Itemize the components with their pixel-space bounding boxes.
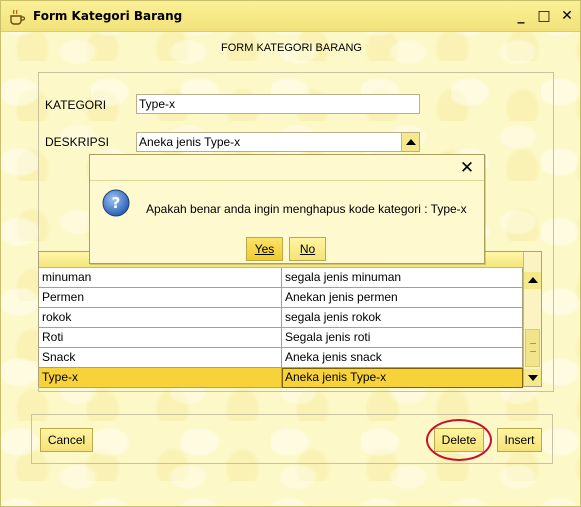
table-row[interactable]: minuman segala jenis minuman	[39, 268, 523, 288]
deskripsi-field[interactable]: Aneka jenis Type-x	[136, 132, 420, 152]
kategori-value: Type-x	[139, 97, 176, 111]
deskripsi-label: DESKRIPSI	[45, 135, 110, 149]
form-heading: FORM KATEGORI BARANG	[221, 42, 362, 54]
maximize-button[interactable]: □	[536, 8, 552, 24]
svg-text:?: ?	[112, 194, 121, 212]
confirm-dialog: ✕ ? Apakah benar anda ingin menghapus ko…	[89, 154, 485, 264]
yes-button-label: Yes	[254, 242, 275, 256]
scroll-down-icon[interactable]	[524, 369, 541, 386]
highlight-annotation	[426, 419, 492, 461]
table-cell-deskripsi[interactable]: Anekan jenis permen	[282, 288, 523, 308]
deskripsi-value: Aneka jenis Type-x	[139, 135, 241, 149]
dialog-message: Apakah benar anda ingin menghapus kode k…	[146, 202, 467, 216]
kategori-field[interactable]: Type-x	[136, 94, 420, 114]
dialog-close-button[interactable]: ✕	[458, 158, 476, 178]
table-row[interactable]: rokok segala jenis rokok	[39, 308, 523, 328]
no-button-label: No	[299, 242, 316, 256]
dialog-divider	[90, 180, 484, 181]
table-cell-kategori[interactable]: Snack	[39, 348, 282, 368]
table-row[interactable]: Roti Segala jenis roti	[39, 328, 523, 348]
table-cell-kategori[interactable]: Type-x	[39, 368, 282, 388]
no-button[interactable]: No	[289, 237, 326, 261]
table-scrollbar[interactable]	[523, 252, 541, 386]
table-row[interactable]: Snack Aneka jenis snack	[39, 348, 523, 368]
scroll-thumb[interactable]	[525, 329, 540, 367]
table-cell-deskripsi[interactable]: segala jenis minuman	[282, 268, 523, 288]
window-title: Form Kategori Barang	[33, 9, 183, 23]
table-cell-kategori[interactable]: rokok	[39, 308, 282, 328]
title-bar[interactable]: Form Kategori Barang _ □ ✕	[1, 1, 580, 32]
yes-button[interactable]: Yes	[246, 237, 283, 261]
coffee-cup-icon	[10, 9, 26, 25]
table-cell-kategori[interactable]: minuman	[39, 268, 282, 288]
cancel-button[interactable]: Cancel	[40, 428, 93, 452]
scroll-up-icon[interactable]	[401, 133, 419, 151]
minimize-button[interactable]: _	[513, 8, 529, 24]
table-cell-deskripsi[interactable]: segala jenis rokok	[282, 308, 523, 328]
insert-button[interactable]: Insert	[497, 428, 542, 452]
main-window: Form Kategori Barang _ □ ✕ FORM KATEGORI…	[0, 0, 581, 507]
table-row-selected[interactable]: Type-x Aneka jenis Type-x	[39, 368, 523, 388]
table-cell-kategori[interactable]: Roti	[39, 328, 282, 348]
table-cell-deskripsi[interactable]: Aneka jenis snack	[282, 348, 523, 368]
close-button[interactable]: ✕	[559, 8, 575, 24]
question-icon: ?	[102, 189, 130, 217]
table-cell-deskripsi[interactable]: Segala jenis roti	[282, 328, 523, 348]
table-row[interactable]: Permen Anekan jenis permen	[39, 288, 523, 308]
table-cell-kategori[interactable]: Permen	[39, 288, 282, 308]
scroll-up-icon[interactable]	[524, 272, 541, 289]
table-cell-deskripsi[interactable]: Aneka jenis Type-x	[282, 368, 523, 388]
kategori-table[interactable]: minuman segala jenis minuman Permen Anek…	[38, 251, 542, 388]
kategori-label: KATEGORI	[45, 98, 107, 112]
